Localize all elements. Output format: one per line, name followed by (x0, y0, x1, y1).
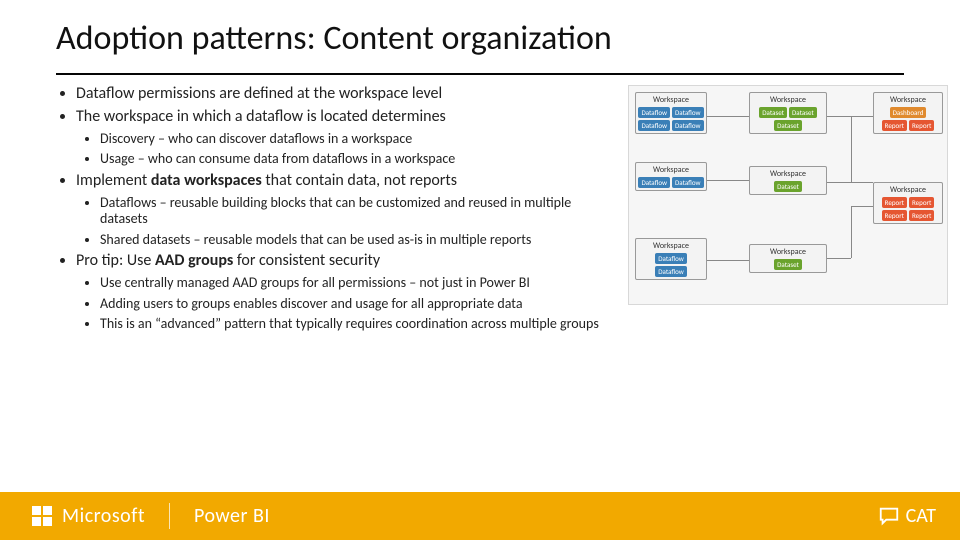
dataset-cell: Dataset (774, 181, 802, 192)
bullet-text: Dataflow permissions are defined at the … (56, 85, 616, 337)
dataflow-cell: Dataflow (655, 266, 687, 277)
ws-label: Workspace (638, 95, 704, 105)
footer-right: CAT (878, 504, 960, 528)
footer-bar: Microsoft Power BI CAT (0, 492, 960, 540)
bullet-2: The workspace in which a dataflow is loc… (76, 108, 616, 127)
dataflow-cell: Dataflow (672, 177, 704, 188)
bullet-2a: Discovery – who can discover dataflows i… (100, 131, 616, 148)
bullet-4c: This is an “advanced” pattern that typic… (100, 316, 616, 333)
b3-pre: Implement (76, 171, 151, 190)
report-cell: Report (909, 120, 934, 131)
bullet-3a: Dataflows – reusable building blocks tha… (100, 195, 616, 228)
ws-label: Workspace (638, 165, 704, 175)
b4-post: for consistent security (233, 251, 380, 270)
report-cell: Report (909, 210, 934, 221)
microsoft-logo-icon (32, 506, 52, 526)
report-cell: Report (882, 120, 907, 131)
dataflow-cell: Dataflow (638, 107, 670, 118)
report-cell: Report (909, 197, 934, 208)
dataset-cell: Dataset (789, 107, 817, 118)
dataflow-cell: Dataflow (672, 120, 704, 131)
dataflow-cell: Dataflow (638, 120, 670, 131)
bullet-3: Implement data workspaces that contain d… (76, 172, 616, 191)
ws-label: Workspace (752, 247, 824, 257)
b4-pre: Pro tip: Use (76, 251, 155, 270)
ws-label: Workspace (638, 241, 704, 251)
bullet-4: Pro tip: Use AAD groups for consistent s… (76, 252, 616, 271)
footer-divider (169, 503, 170, 529)
b3-bold: data workspaces (151, 171, 262, 190)
content-area: Dataflow permissions are defined at the … (0, 75, 960, 337)
slide-title: Adoption patterns: Content organization (56, 18, 960, 59)
diagram-column: Workspace DataflowDataflow DataflowDataf… (616, 85, 950, 337)
dataset-cell: Dataset (774, 120, 802, 131)
bullet-2b: Usage – who can consume data from datafl… (100, 151, 616, 168)
dataflow-cell: Dataflow (655, 253, 687, 264)
dataflow-cell: Dataflow (638, 177, 670, 188)
ws-label: Workspace (876, 95, 940, 105)
dataflow-cell: Dataflow (672, 107, 704, 118)
ws-label: Workspace (876, 185, 940, 195)
bullet-1: Dataflow permissions are defined at the … (76, 85, 616, 104)
cat-label: CAT (906, 504, 936, 528)
footer-left: Microsoft Power BI (0, 503, 270, 529)
powerbi-label: Power BI (194, 504, 270, 528)
report-cell: Report (882, 197, 907, 208)
architecture-diagram: Workspace DataflowDataflow DataflowDataf… (628, 85, 948, 305)
bullet-4a: Use centrally managed AAD groups for all… (100, 275, 616, 292)
b4-bold: AAD groups (155, 251, 233, 270)
bullet-4b: Adding users to groups enables discover … (100, 296, 616, 313)
dataset-cell: Dataset (774, 259, 802, 270)
ws-label: Workspace (752, 169, 824, 179)
report-cell: Report (882, 210, 907, 221)
microsoft-label: Microsoft (62, 504, 145, 528)
ws-label: Workspace (752, 95, 824, 105)
chat-icon (878, 505, 900, 527)
dataset-cell: Dataset (759, 107, 787, 118)
b3-post: that contain data, not reports (262, 171, 457, 190)
bullet-3b: Shared datasets – reusable models that c… (100, 232, 616, 249)
dashboard-cell: Dashboard (890, 107, 927, 118)
